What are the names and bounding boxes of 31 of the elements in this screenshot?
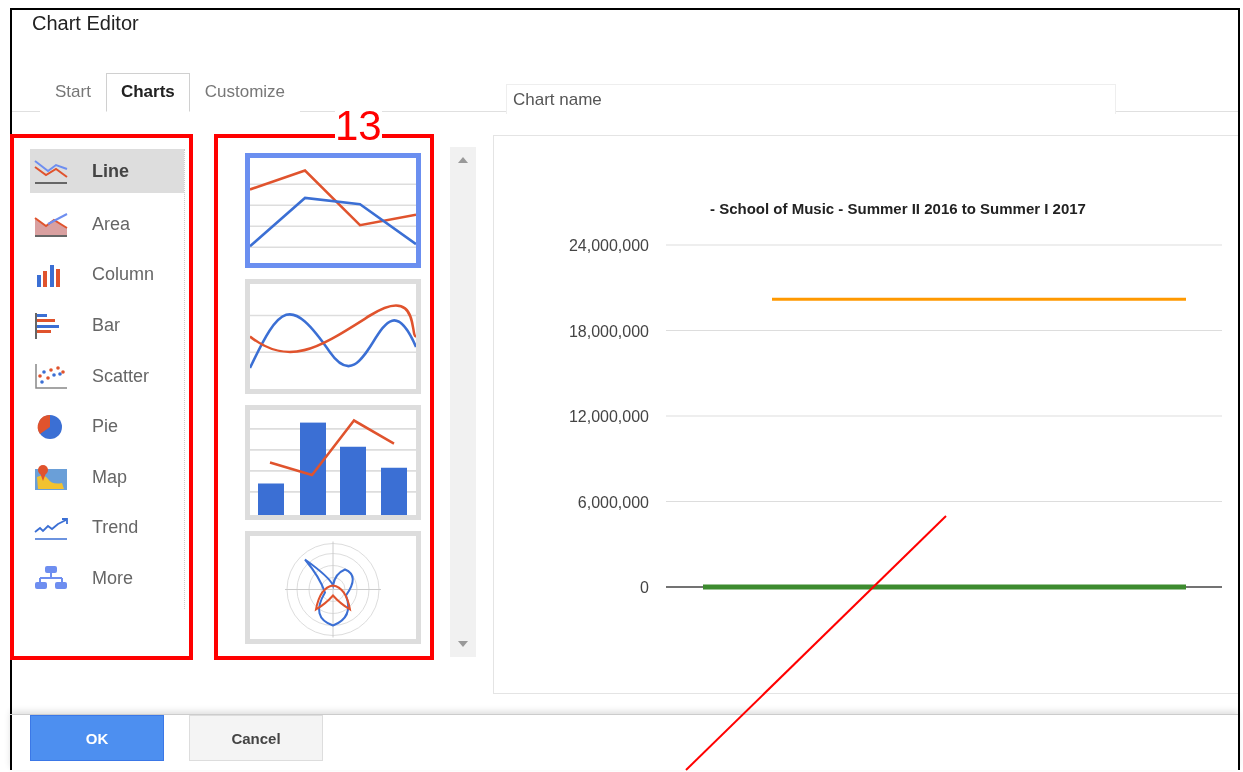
chart-type-item[interactable]: Line (30, 149, 185, 193)
axis-tick-label: 6,000,000 (577, 493, 649, 511)
chart-type-item[interactable]: Bar (30, 300, 185, 351)
chart-name-field[interactable]: Chart name (506, 84, 1116, 114)
chart-type-item[interactable]: More (30, 553, 185, 604)
map-chart-icon (34, 463, 68, 492)
thumbnail-bar (381, 467, 408, 515)
chart-type-item[interactable]: Area (30, 199, 185, 250)
chart-type-item[interactable]: Scatter (30, 350, 185, 402)
chart-type-item[interactable]: Trend (30, 502, 185, 554)
chart-style-thumbnail[interactable] (245, 153, 422, 268)
scrollbar[interactable] (450, 147, 476, 657)
window-title: Chart Editor (32, 12, 139, 35)
scatter-chart-icon (34, 362, 68, 391)
axis-tick-label: 24,000,000 (568, 237, 649, 254)
chart-title: - School of Music - Summer II 2016 to Summer I 2017 (710, 200, 1086, 217)
chart-type-item[interactable]: Pie (30, 401, 185, 452)
thumbnail-bar (340, 446, 367, 515)
cancel-button[interactable]: Cancel (189, 715, 323, 761)
ok-button[interactable]: OK (30, 715, 164, 761)
chart-type-item[interactable]: Map (30, 451, 185, 503)
tab[interactable]: Charts (105, 73, 190, 112)
thumbnail-bar (258, 483, 285, 515)
line-chart-icon (34, 157, 68, 185)
chart-type-item[interactable]: Column (30, 249, 185, 301)
axis-tick-label: 0 (640, 579, 649, 596)
scroll-down-icon[interactable] (458, 641, 469, 647)
scroll-up-icon[interactable] (458, 157, 469, 163)
axis-tick-label: 18,000,000 (568, 322, 649, 340)
area-chart-icon (34, 210, 68, 239)
axis-tick-label: 12,000,000 (568, 408, 649, 425)
